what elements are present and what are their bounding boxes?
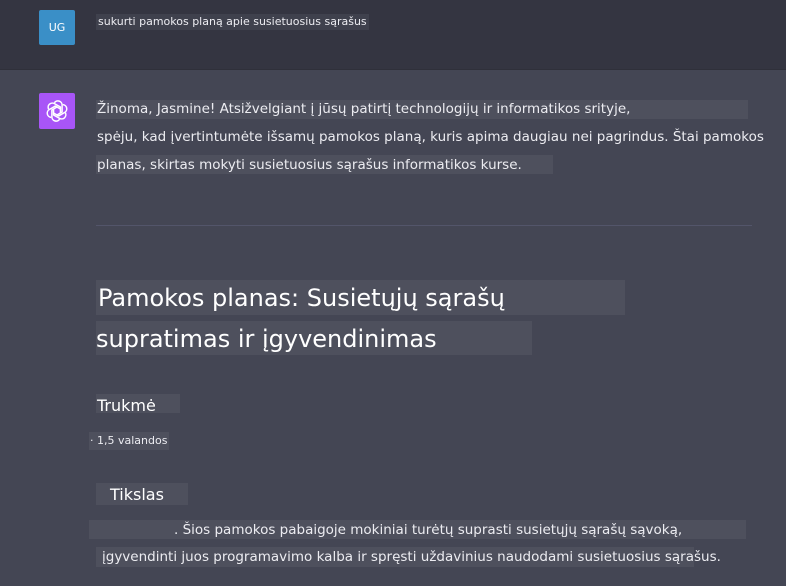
goal-line-2: įgyvendinti juos programavimo kalba ir s…: [102, 549, 721, 565]
duration-value: 1,5 valandos: [97, 434, 168, 447]
assistant-avatar: [39, 93, 75, 129]
intro-line-3: planas, skirtas mokyti susietuosius sąra…: [97, 157, 522, 173]
lesson-title-line-2: supratimas ir įgyvendinimas: [96, 325, 437, 353]
duration-heading: Trukmė: [97, 396, 156, 415]
goal-heading: Tikslas: [110, 485, 164, 504]
openai-logo-icon: [46, 100, 68, 122]
user-message-row: UG sukurti pamokos planą apie susietuosi…: [0, 0, 786, 70]
intro-line-2: spėju, kad įvertintumėte išsamų pamokos …: [97, 129, 764, 145]
divider: [96, 225, 752, 226]
user-message-text: sukurti pamokos planą apie susietuosius …: [96, 14, 369, 30]
duration-bullet: ·: [90, 434, 94, 447]
lesson-title-line-1: Pamokos planas: Susietųjų sąrašų: [98, 284, 505, 312]
user-avatar: UG: [39, 10, 75, 45]
goal-line-1: . Šios pamokos pabaigoje mokiniai turėtų…: [174, 522, 683, 538]
intro-line-1: Žinoma, Jasmine! Atsižvelgiant į jūsų pa…: [97, 101, 631, 117]
